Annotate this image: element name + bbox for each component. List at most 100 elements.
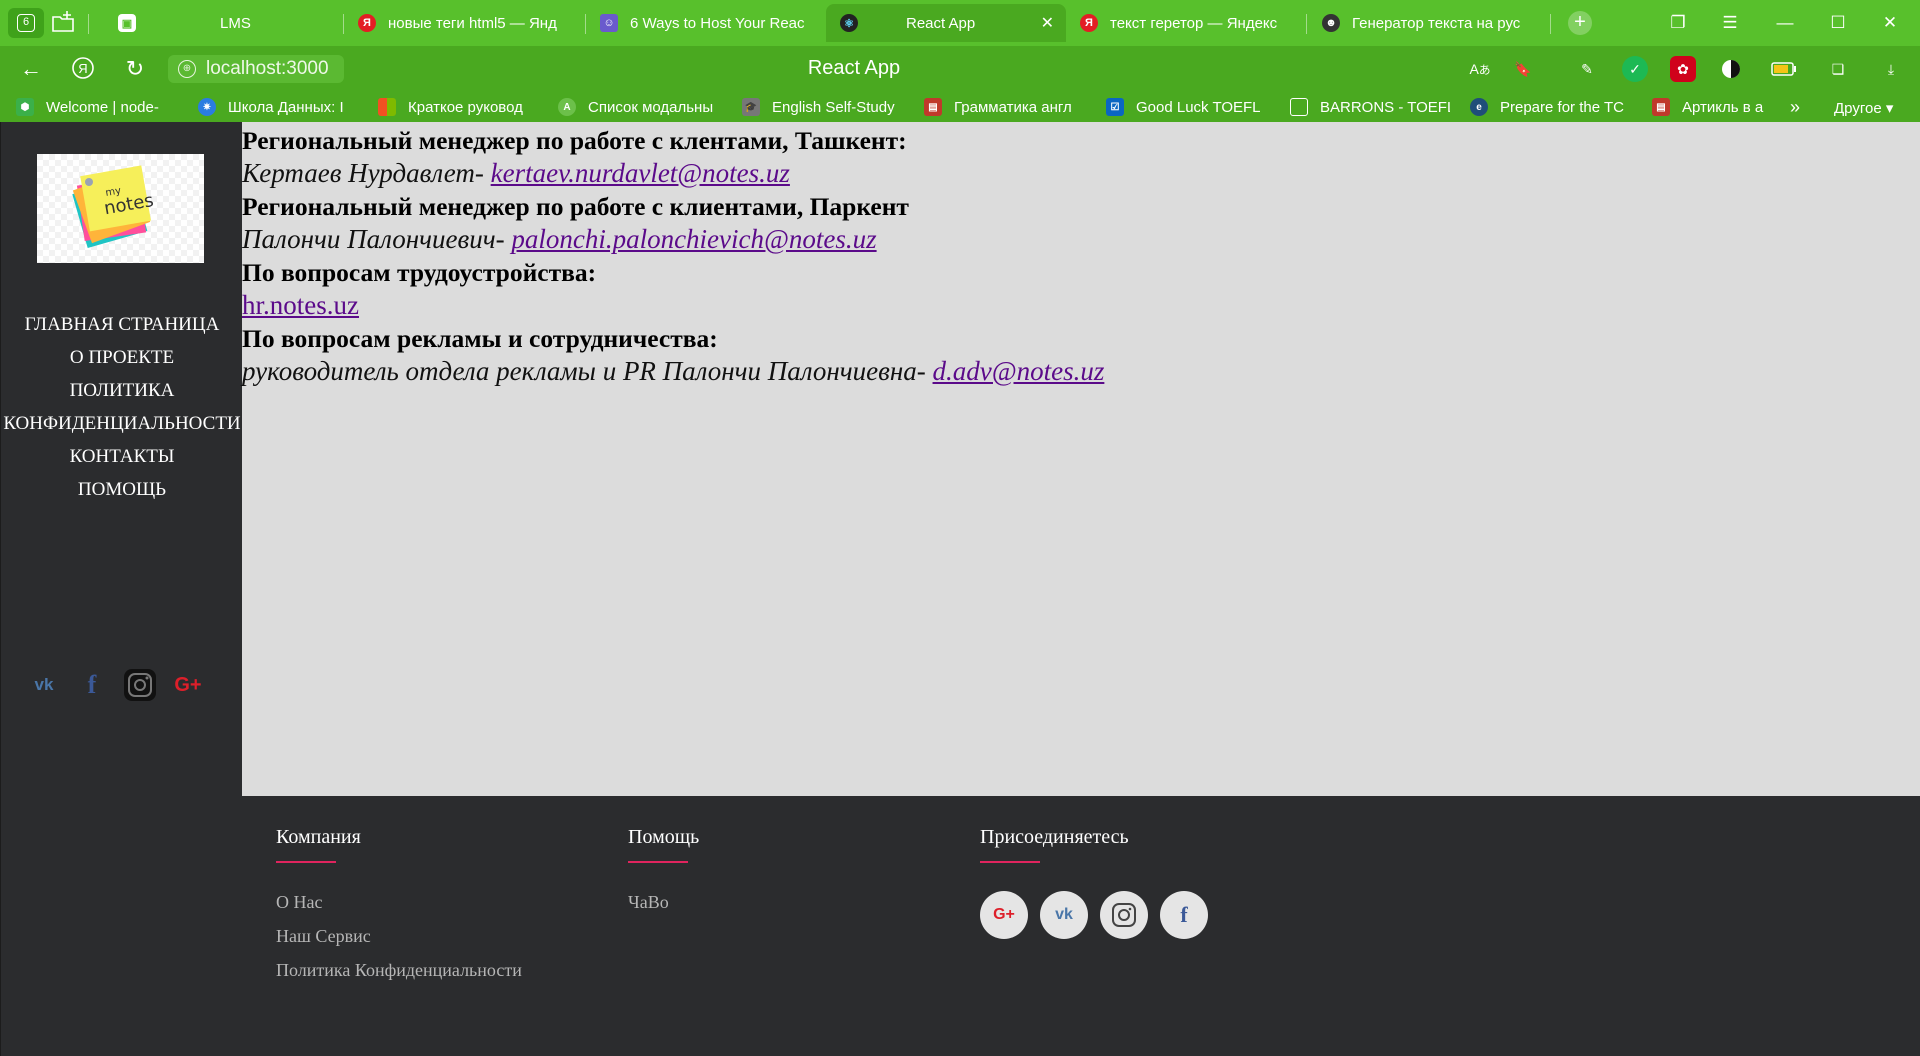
tab-counter-button[interactable]: 6 [8, 8, 44, 38]
tab-title: LMS [220, 14, 251, 32]
instagram-icon[interactable] [1100, 891, 1148, 939]
footer-company-title: Компания [276, 826, 361, 848]
nav-help-link[interactable]: ПОМОЩЬ [1, 473, 243, 506]
footer-divider [628, 861, 688, 863]
contact-heading-parkent: Региональный менеджер по работе с клиент… [242, 192, 909, 221]
menu-icon[interactable]: ☰ [1717, 10, 1743, 36]
maximize-icon[interactable]: ☐ [1825, 10, 1851, 36]
bookmark-label: BARRONS - TOEFL [1320, 98, 1450, 116]
more-bookmarks-chevron-icon[interactable]: » [1790, 97, 1800, 118]
book-icon: ▤ [1652, 98, 1670, 116]
footer-faq-link[interactable]: ЧаВо [628, 885, 699, 919]
bookmark-label: Good Luck TOEFL [1136, 98, 1261, 116]
tab-host-react[interactable]: ☺ 6 Ways to Host Your Reac [586, 4, 822, 42]
contact-heading-tashkent: Региональный менеджер по работе с клента… [242, 126, 907, 155]
footer-privacy-link[interactable]: Политика Конфиденциальности [276, 953, 522, 987]
dark-mode-icon[interactable] [1718, 56, 1744, 82]
footer-company-column: Компания О Нас Наш Сервис Политика Конфи… [276, 796, 522, 987]
bookmark-label: Welcome | node- [46, 98, 159, 116]
footer-social-links: G+ vk f [980, 891, 1208, 939]
nav-about-link[interactable]: О ПРОЕКТЕ [1, 341, 243, 374]
email-link[interactable]: d.adv@notes.uz [933, 356, 1105, 386]
contact-line-parkent: Палончи Палончиевич- palonchi.palonchiev… [242, 223, 1920, 256]
facebook-icon[interactable]: f [75, 668, 109, 702]
facebook-icon[interactable]: f [1160, 891, 1208, 939]
bookmark-item[interactable]: ⬢ Welcome | node- [16, 96, 176, 118]
footer-divider [980, 861, 1040, 863]
shield-extension-icon[interactable]: ✓ [1622, 56, 1648, 82]
doc-icon [1290, 98, 1308, 116]
vk-icon[interactable]: vk [27, 668, 61, 702]
footer-about-link[interactable]: О Нас [276, 885, 522, 919]
list-icon: A [558, 98, 576, 116]
contact-heading-jobs: По вопросам трудоустройства: [242, 258, 597, 287]
download-icon[interactable]: ⤓ [1878, 56, 1904, 82]
bookmark-item[interactable]: ▤ Грамматика англ [924, 96, 1088, 118]
bookmark-label: Школа Данных: I [228, 98, 344, 116]
bookmark-item[interactable]: ▤ Артикль в а [1652, 96, 1778, 118]
contact-line-tashkent: Кертаев Нурдавлет- kertaev.nurdavlet@not… [242, 157, 1920, 190]
nav-contacts-link[interactable]: КОНТАКТЫ [1, 440, 243, 473]
email-link[interactable]: kertaev.nurdavlet@notes.uz [491, 158, 790, 188]
battery-icon[interactable] [1771, 56, 1797, 82]
google-plus-icon[interactable]: G+ [171, 668, 205, 702]
bookmark-item[interactable]: ✷ Школа Данных: I [198, 96, 358, 118]
tab-count: 6 [17, 14, 35, 32]
vk-icon[interactable]: vk [1040, 891, 1088, 939]
tab-react-app[interactable]: ⚛ React App ✕ [826, 4, 1066, 42]
minimize-icon[interactable]: — [1772, 10, 1798, 36]
nav-policy-link[interactable]: ПОЛИТИКА [1, 374, 243, 407]
extension-red-icon[interactable]: ✿ [1670, 56, 1696, 82]
new-tab-plus-icon[interactable]: + [1568, 11, 1592, 35]
tab-yandex-html5[interactable]: Я новые теги html5 — Янд [344, 4, 579, 42]
bookmark-label: Артикль в а [1682, 98, 1764, 116]
nav-home-link[interactable]: ГЛАВНАЯ СТРАНИЦА [1, 308, 243, 341]
bookmark-label: Список модальны [588, 98, 714, 116]
node-icon: ⬢ [16, 98, 34, 116]
close-tab-icon[interactable]: ✕ [1041, 13, 1054, 33]
bookmark-item[interactable]: ☑ Good Luck TOEFL [1106, 96, 1266, 118]
tab-title: 6 Ways to Host Your Reac [630, 14, 805, 32]
tab-title: текст геретор — Яндекс [1110, 14, 1278, 32]
tab-separator [1306, 14, 1307, 34]
bookmark-icon[interactable]: 🔖 [1510, 56, 1536, 82]
contact-heading-ads: По вопросам рекламы и сотрудничества: [242, 324, 718, 353]
bookmark-item[interactable]: A Список модальны [558, 96, 726, 118]
translate-icon[interactable]: Aあ [1467, 56, 1493, 82]
bookmark-label: Грамматика англ [954, 98, 1072, 116]
pen-extension-icon[interactable]: ✎ [1574, 56, 1600, 82]
book-icon: ▤ [924, 98, 942, 116]
collections-icon[interactable]: ❏ [1825, 56, 1851, 82]
bookmark-item[interactable]: Краткое руковод [378, 96, 538, 118]
site-logo[interactable]: my notes [37, 154, 204, 263]
school-icon: ✷ [198, 98, 216, 116]
bookmark-item[interactable]: BARRONS - TOEFL [1290, 96, 1450, 118]
close-window-icon[interactable]: ✕ [1877, 10, 1903, 36]
google-plus-icon[interactable]: G+ [980, 891, 1028, 939]
bookmarks-bar: ⬢ Welcome | node- ✷ Школа Данных: I Кратко… [0, 92, 1920, 122]
tab-list-icon[interactable]: ❐ [1665, 10, 1691, 36]
sticky-notes-logo-icon: my notes [37, 154, 204, 263]
folder-plus-icon[interactable] [50, 10, 76, 36]
address-bar: ← Я ↻ ⊕ localhost:3000 React App Aあ 🔖 ✎ … [0, 46, 1920, 92]
footer-help-title: Помощь [628, 826, 700, 848]
hr-link[interactable]: hr.notes.uz [242, 290, 359, 320]
tab-lms[interactable]: ▣ LMS [104, 4, 332, 42]
other-bookmarks-button[interactable]: Другое ▾ [1834, 99, 1893, 117]
tab-yandex-generator[interactable]: Я текст геретор — Яндекс [1066, 4, 1302, 42]
bookmark-label: Prepare for the TC [1500, 98, 1624, 116]
email-link[interactable]: palonchi.palonchievich@notes.uz [511, 224, 876, 254]
tab-text-generator[interactable]: ☻ Генератор текста на рус [1308, 4, 1544, 42]
footer-service-link[interactable]: Наш Сервис [276, 919, 522, 953]
instagram-icon[interactable] [123, 668, 157, 702]
footer-help-links: ЧаВо [628, 885, 699, 919]
yandex-icon: Я [358, 14, 376, 32]
nav-privacy-link[interactable]: КОНФИДЕНЦИАЛЬНОСТИ [1, 407, 243, 440]
contact-line-ads: руководитель отдела рекламы и PR Палончи… [242, 355, 1920, 388]
bookmark-item[interactable]: e Prepare for the TC [1470, 96, 1634, 118]
react-icon: ⚛ [840, 14, 858, 32]
bookmark-item[interactable]: 🎓 English Self-Study [742, 96, 906, 118]
browser-tab-bar: 6 ▣ LMS Я новые теги html5 — Янд ☺ 6 Way… [0, 0, 1920, 46]
sidebar-social-links: vk f G+ [27, 668, 205, 702]
check-icon: ☑ [1106, 98, 1124, 116]
